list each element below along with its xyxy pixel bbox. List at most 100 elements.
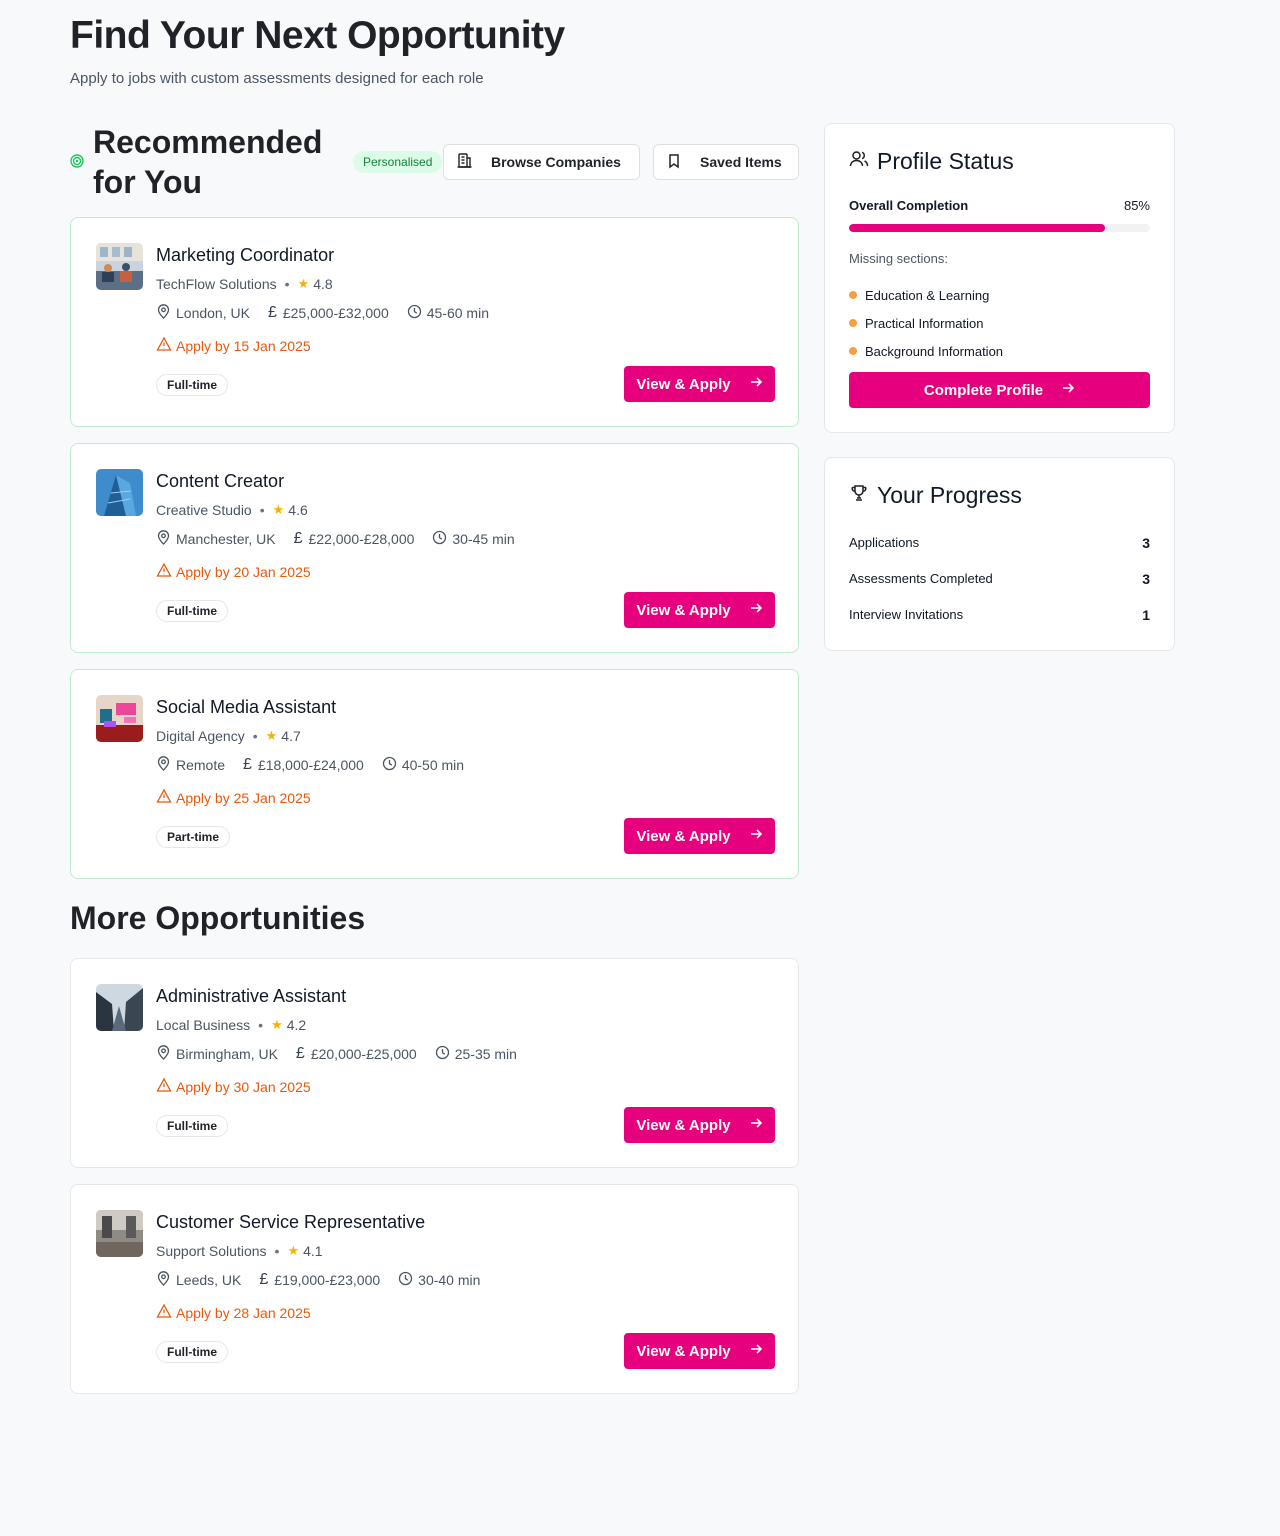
company-rating: 4.1: [303, 1243, 323, 1259]
complete-profile-label: Complete Profile: [923, 381, 1044, 399]
clock-icon: [435, 1045, 455, 1063]
stat-row-interviews: Interview Invitations 1: [849, 607, 1150, 623]
job-card: Administrative Assistant Local Business …: [70, 958, 799, 1168]
missing-section-item: Practical Information: [849, 309, 1003, 337]
job-title: Administrative Assistant: [156, 986, 347, 1006]
profile-status-header: Profile Status: [849, 148, 1014, 175]
company-rating: 4.7: [281, 728, 301, 744]
company-image: [96, 695, 143, 742]
company-image: [96, 1210, 143, 1257]
employment-type-badge: Full-time: [156, 374, 228, 396]
missing-section-item: Education & Learning: [849, 281, 1003, 309]
view-apply-button[interactable]: View & Apply: [624, 1107, 775, 1143]
bookmark-icon: [666, 153, 682, 172]
duration-meta: 30-40 min: [398, 1271, 480, 1289]
stat-label: Interview Invitations: [849, 607, 964, 622]
assessment-duration: 45-60 min: [426, 305, 489, 321]
job-card: Social Media Assistant Digital Agency • …: [70, 669, 799, 879]
arrow-right-icon: [749, 827, 763, 845]
view-apply-button[interactable]: View & Apply: [624, 818, 775, 854]
complete-profile-button[interactable]: Complete Profile: [849, 372, 1150, 408]
stat-value: 3: [1142, 535, 1150, 551]
company-rating: 4.8: [313, 276, 333, 292]
completion-label: Overall Completion: [849, 198, 969, 213]
company-image: [96, 243, 143, 290]
profile-status-card: Profile Status Overall Completion 85% Mi…: [824, 123, 1175, 433]
completion-value: 85%: [1123, 198, 1150, 213]
stat-row-applications: Applications 3: [849, 535, 1150, 551]
completion-progress-bar: [849, 224, 1150, 232]
stat-label: Applications: [849, 535, 920, 550]
more-opportunities-title: More Opportunities: [70, 900, 366, 936]
location-meta: Birmingham, UK: [156, 1045, 278, 1063]
salary-meta: £ £25,000-£32,000: [268, 304, 389, 322]
your-progress-header: Your Progress: [849, 482, 1022, 509]
stat-value: 3: [1142, 571, 1150, 587]
star-icon: ★: [272, 502, 285, 517]
your-progress-card: Your Progress Applications 3 Assessments…: [824, 457, 1175, 651]
separator-dot: •: [259, 502, 265, 518]
job-title: Customer Service Representative: [156, 1212, 426, 1232]
arrow-right-icon: [749, 1116, 763, 1134]
salary-meta: £ £18,000-£24,000: [243, 756, 364, 774]
missing-sections-label: Missing sections:: [849, 251, 948, 266]
arrow-right-icon: [1061, 381, 1075, 399]
saved-items-label: Saved Items: [700, 154, 782, 170]
company-name: Creative Studio: [156, 502, 252, 518]
stat-value: 1: [1142, 607, 1150, 623]
star-icon: ★: [271, 1017, 283, 1032]
job-card: Customer Service Representative Support …: [70, 1184, 799, 1394]
map-pin-icon: [156, 1271, 176, 1289]
arrow-right-icon: [749, 375, 763, 393]
bullet-dot: [849, 319, 857, 327]
view-apply-button[interactable]: View & Apply: [624, 1333, 775, 1369]
warning-icon: [156, 1303, 176, 1322]
pound-icon: £: [243, 756, 252, 773]
job-location: London, UK: [176, 305, 250, 321]
job-meta-row: Leeds, UK £ £19,000-£23,000 30-40 min: [156, 1271, 498, 1289]
browse-companies-button[interactable]: Browse Companies: [443, 144, 640, 180]
view-apply-button[interactable]: View & Apply: [624, 366, 775, 402]
job-salary: £19,000-£23,000: [274, 1272, 381, 1288]
bullet-dot: [849, 347, 857, 355]
deadline-row: Apply by 20 Jan 2025: [156, 562, 311, 581]
map-pin-icon: [156, 756, 176, 774]
pound-icon: £: [295, 1045, 305, 1062]
job-title: Content Creator: [156, 471, 285, 491]
job-title: Social Media Assistant: [156, 697, 337, 717]
arrow-right-icon: [749, 1342, 763, 1360]
warning-icon: [156, 336, 176, 355]
pound-icon: £: [259, 1271, 269, 1288]
star-icon: ★: [287, 1243, 300, 1258]
page-subtitle: Apply to jobs with custom assessments de…: [70, 70, 484, 87]
deadline-row: Apply by 28 Jan 2025: [156, 1303, 311, 1322]
location-meta: London, UK: [156, 304, 250, 322]
clock-icon: [407, 304, 427, 322]
deadline-row: Apply by 30 Jan 2025: [156, 1077, 311, 1096]
job-salary: £22,000-£28,000: [308, 531, 415, 547]
job-location: Manchester, UK: [176, 531, 276, 547]
assessment-duration: 25-35 min: [454, 1046, 517, 1062]
missing-section-label: Education & Learning: [865, 287, 990, 303]
employment-type-badge: Full-time: [156, 1115, 228, 1137]
job-salary: £20,000-£25,000: [310, 1046, 417, 1062]
job-card: Content Creator Creative Studio • ★ 4.6 …: [70, 443, 799, 653]
separator-dot: •: [274, 1243, 280, 1259]
view-apply-button[interactable]: View & Apply: [624, 592, 775, 628]
missing-section-label: Background Information: [865, 343, 1004, 359]
star-icon: ★: [265, 728, 278, 743]
stat-row-assessments: Assessments Completed 3: [849, 571, 1150, 587]
pound-icon: £: [293, 530, 303, 547]
map-pin-icon: [156, 530, 176, 548]
recommended-title: Recommended for You: [93, 124, 323, 200]
company-name: Digital Agency: [156, 728, 245, 744]
saved-items-button[interactable]: Saved Items: [653, 144, 799, 180]
company-row: Digital Agency • ★ 4.7: [156, 728, 301, 744]
apply-deadline: Apply by 20 Jan 2025: [176, 563, 311, 580]
apply-deadline: Apply by 15 Jan 2025: [176, 337, 311, 354]
view-apply-label: View & Apply: [636, 375, 731, 393]
deadline-row: Apply by 25 Jan 2025: [156, 788, 311, 807]
company-name: Local Business: [156, 1017, 251, 1033]
assessment-duration: 30-40 min: [418, 1272, 481, 1288]
star-icon: ★: [297, 276, 310, 291]
